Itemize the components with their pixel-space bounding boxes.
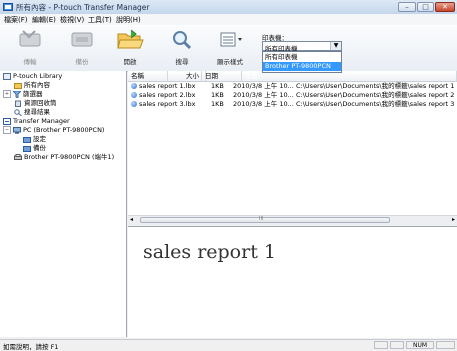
menu-edit[interactable]: 編輯(E) [32,15,56,25]
status-bar: 如需說明，請按 F1 NUM [0,339,457,351]
scrollbar-thumb[interactable]: III [140,216,390,223]
scroll-left-icon[interactable]: ◂ [130,216,133,223]
file-location: C:\Users\User\Documents\我的標籤\sales repor… [296,82,455,90]
backup-icon [71,32,93,47]
file-name: sales report 2.lbx [139,91,196,99]
file-date: 2010/3/8 上午 10... [233,100,294,108]
label-file-icon [131,83,137,89]
column-header-date[interactable]: 日期 [202,71,242,81]
transfer-button[interactable]: 傳輸 [6,27,54,69]
folder-icon [14,82,22,89]
tree-item-backup[interactable]: 備份 [23,144,46,153]
printer-icon [14,153,22,160]
title-bar: 所有內容 - P-touch Transfer Manager – □ ✕ [0,0,457,15]
tree-item-pc[interactable]: − PC (Brother PT-9800PCN) [3,126,104,135]
tree-item-filter[interactable]: + 篩選器 [3,90,43,99]
close-button[interactable]: ✕ [435,2,455,12]
printer-option-all[interactable]: 所有印表機 [263,53,341,62]
file-name: sales report 3.lbx [139,100,196,108]
status-panel [390,341,404,349]
minimize-button[interactable]: – [398,2,416,12]
computer-icon [13,126,21,134]
tree-item-transfer-manager[interactable]: Transfer Manager [3,117,70,126]
file-date: 2010/3/8 上午 10... [233,82,294,90]
file-size: 1KB [211,100,224,108]
menu-tools[interactable]: 工具(T) [88,15,112,25]
printer-dropdown-list: 所有印表機 Brother PT-9800PCN [262,51,342,73]
tree-item-search-results[interactable]: 搜尋結果 [14,108,50,117]
tree-item-printer[interactable]: Brother PT-9800PCN (端牛1) [14,153,114,162]
search-icon [14,108,22,116]
status-panel [436,341,455,349]
toolbar: 傳輸 備份 開啟 搜尋 顯示樣式 [0,25,457,72]
backup-folder-icon [23,145,31,152]
transfer-manager-icon [3,117,11,125]
library-icon [3,72,11,80]
menu-bar: 檔案(F) 編輯(E) 檢視(V) 工具(T) 說明(H) [0,14,457,25]
menu-view[interactable]: 檢視(V) [60,15,84,25]
file-size: 1KB [211,82,224,90]
maximize-button[interactable]: □ [417,2,434,12]
tree-item-recycle-bin[interactable]: 資源回收筒 [14,99,57,108]
menu-file[interactable]: 檔案(F) [4,15,28,25]
file-location: C:\Users\User\Documents\我的標籤\sales repor… [296,91,455,99]
menu-help[interactable]: 說明(H) [116,15,141,25]
horizontal-scrollbar[interactable]: ◂ III ▸ [128,215,457,225]
file-list: 名稱 大小 日期 位置 sales report 1.lbx 1KB 2010/… [128,71,457,225]
settings-folder-icon [23,136,31,143]
label-preview-pane: sales report 1 [128,226,457,338]
app-icon [3,3,13,11]
scroll-right-icon[interactable]: ▸ [452,216,455,223]
file-date: 2010/3/8 上午 10... [233,91,294,99]
filter-icon [13,90,21,98]
file-size: 1KB [211,91,224,99]
label-file-icon [131,101,137,107]
label-file-icon [131,92,137,98]
search-button[interactable]: 搜尋 [158,27,206,69]
file-location: C:\Users\User\Documents\我的標籤\sales repor… [296,100,455,108]
printer-option-pt9800pcn[interactable]: Brother PT-9800PCN [263,62,341,71]
folder-open-icon [117,29,144,49]
preview-text: sales report 1 [143,241,276,263]
display-style-icon [220,32,242,47]
expand-icon[interactable]: + [3,90,11,98]
folder-tree: P-touch Library 所有內容 + 篩選器 資源回收筒 搜尋結果 Tra… [0,71,127,337]
table-row[interactable]: sales report 2.lbx 1KB 2010/3/8 上午 10...… [128,91,457,100]
scroll-grip: III [259,216,264,222]
column-header-name[interactable]: 名稱 [128,71,168,81]
printer-select[interactable]: 所有印表機 ▼ [262,41,342,53]
recycle-bin-icon [15,100,21,107]
open-button[interactable]: 開啟 [106,27,154,69]
file-name: sales report 1.lbx [139,82,196,90]
chevron-down-icon[interactable]: ▼ [330,42,341,50]
tree-item-settings[interactable]: 設定 [23,135,46,144]
tree-item-ptouch-library[interactable]: P-touch Library [3,72,62,81]
table-row[interactable]: sales report 1.lbx 1KB 2010/3/8 上午 10...… [128,82,457,91]
num-lock-indicator: NUM [406,341,434,349]
backup-button[interactable]: 備份 [58,27,106,69]
table-row[interactable]: sales report 3.lbx 1KB 2010/3/8 上午 10...… [128,100,457,109]
tree-item-all-contents[interactable]: 所有內容 [14,81,50,90]
status-panel [374,341,388,349]
search-icon [173,31,192,50]
collapse-icon[interactable]: − [3,126,11,134]
window-title: 所有內容 - P-touch Transfer Manager [16,3,150,12]
column-header-size[interactable]: 大小 [168,71,202,81]
display-style-button[interactable]: 顯示樣式 [206,27,254,69]
transfer-icon [19,30,41,47]
